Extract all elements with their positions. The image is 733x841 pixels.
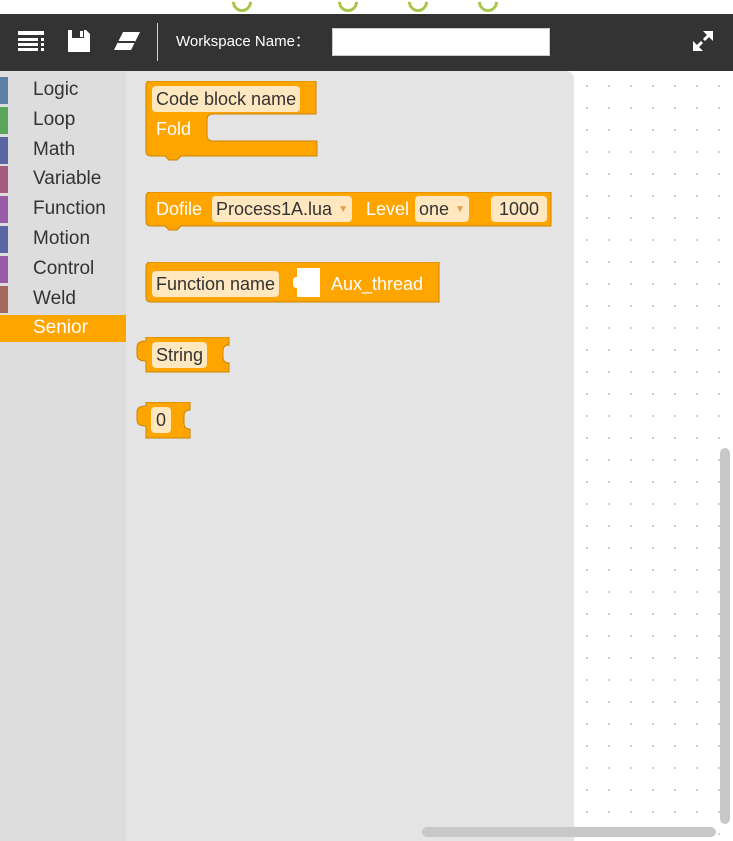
category-label: Logic	[33, 79, 79, 100]
category-label: Math	[33, 139, 76, 160]
block-flyout: Code block name Fold Dofile Process1A.lu…	[126, 71, 574, 841]
dropdown-arrow-icon: ▼	[338, 204, 348, 216]
category-label: Weld	[33, 288, 76, 309]
category-color-bar	[0, 196, 8, 223]
category-control[interactable]: Control	[0, 256, 126, 283]
category-label: Function	[33, 198, 106, 219]
dofile-number-field[interactable]: 1000	[491, 196, 548, 222]
fold-label: Fold	[156, 119, 192, 139]
category-color-bar	[0, 107, 8, 134]
category-color-bar	[0, 166, 8, 193]
category-toolbox: Logic Loop Math Variable Function Motion…	[0, 71, 126, 841]
save-icon[interactable]	[64, 26, 94, 56]
top-strip	[0, 0, 733, 17]
list-icon[interactable]	[16, 26, 46, 56]
code-block-name-field[interactable]: Code block name	[152, 86, 301, 112]
category-color-bar	[0, 137, 8, 164]
string-field[interactable]: String	[152, 342, 208, 368]
vertical-scrollbar[interactable]	[720, 448, 730, 824]
workspace-name-input[interactable]	[332, 28, 550, 56]
category-color-bar	[0, 315, 8, 342]
string-block[interactable]: String	[135, 337, 231, 373]
dofile-file-dropdown[interactable]: Process1A.lua ▼	[212, 196, 352, 222]
number-field[interactable]: 0	[151, 407, 172, 433]
dofile-block[interactable]: Dofile Process1A.lua ▼ Level one ▼ 1000	[145, 192, 552, 232]
category-math[interactable]: Math	[0, 137, 126, 164]
category-color-bar	[0, 226, 8, 253]
category-color-bar	[0, 286, 8, 313]
toolbar: Workspace Name：	[0, 14, 733, 71]
category-label: Motion	[33, 228, 91, 249]
level-dropdown[interactable]: one ▼	[415, 196, 469, 222]
function-name-field[interactable]: Function name	[152, 271, 280, 297]
category-function[interactable]: Function	[0, 196, 126, 223]
category-senior[interactable]: Senior	[0, 315, 126, 342]
category-label: Control	[33, 258, 95, 279]
dropdown-arrow-icon: ▼	[455, 204, 465, 216]
category-motion[interactable]: Motion	[0, 226, 126, 253]
expand-icon[interactable]	[688, 26, 718, 56]
dofile-file-value: Process1A.lua	[216, 199, 333, 219]
horizontal-scrollbar[interactable]	[422, 827, 716, 837]
code-block[interactable]: Code block name Fold	[145, 81, 318, 161]
category-label: Senior	[33, 317, 88, 338]
category-color-bar	[0, 77, 8, 104]
eraser-icon[interactable]	[112, 26, 142, 56]
category-logic[interactable]: Logic	[0, 77, 126, 104]
number-block[interactable]: 0	[135, 402, 193, 439]
dofile-label: Dofile	[156, 199, 203, 219]
toolbar-separator	[157, 23, 158, 61]
function-name-value: Aux_thread	[331, 274, 424, 294]
category-label: Loop	[33, 109, 76, 130]
function-name-block[interactable]: Function name Aux_thread	[145, 262, 441, 304]
level-value: one	[419, 199, 450, 219]
category-variable[interactable]: Variable	[0, 166, 126, 193]
workspace-name-label: Workspace Name：	[176, 33, 310, 50]
category-weld[interactable]: Weld	[0, 286, 126, 313]
category-loop[interactable]: Loop	[0, 107, 126, 134]
category-color-bar	[0, 256, 8, 283]
level-label: Level	[366, 199, 410, 219]
category-label: Variable	[33, 168, 102, 189]
